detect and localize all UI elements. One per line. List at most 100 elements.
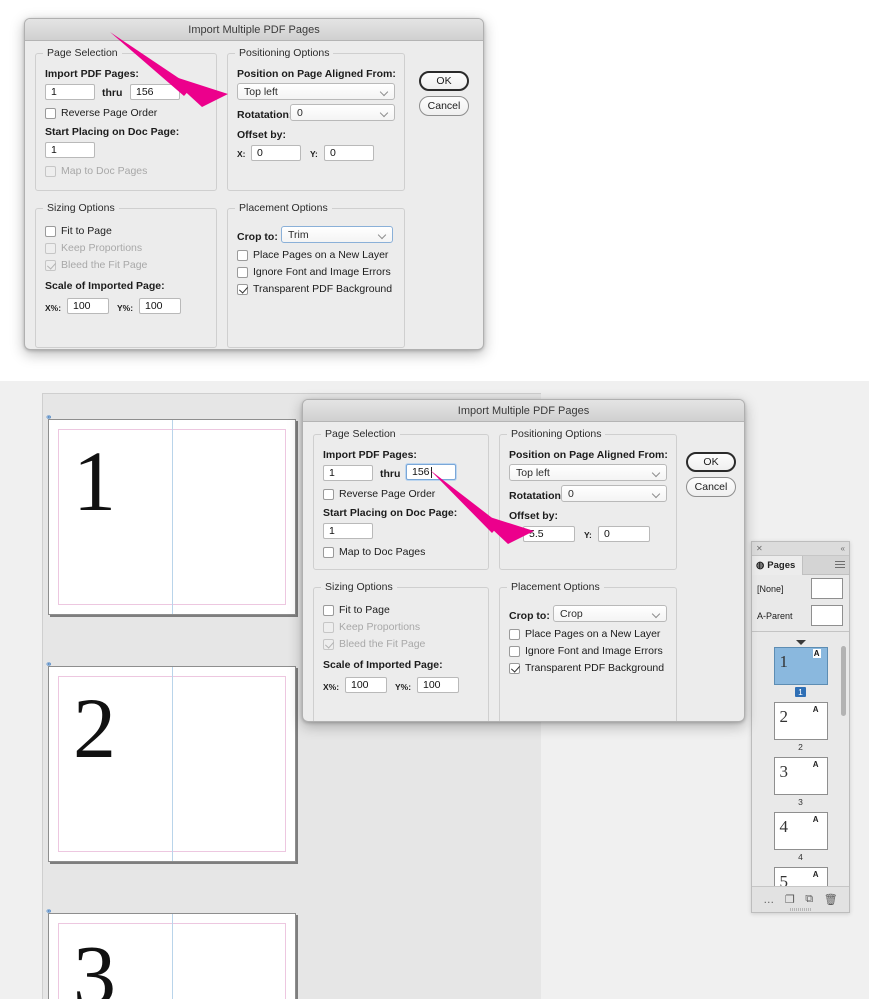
label-scale-x: X%: (45, 303, 62, 313)
cancel-button[interactable]: Cancel (419, 96, 469, 116)
page-thumbnail[interactable]: 5 A (773, 867, 828, 886)
dialog-titlebar[interactable]: Import Multiple PDF Pages (25, 19, 483, 41)
page-thumbnail[interactable]: 4 A (773, 812, 828, 850)
scale-y-input[interactable]: 100 (417, 677, 459, 693)
thumb-parent-tag: A (812, 760, 819, 769)
thumb-numeral: 2 (779, 707, 789, 726)
crop-to-select[interactable]: Crop (553, 605, 667, 622)
spread-2[interactable]: ⚭ 2 (45, 659, 296, 862)
offset-x-input[interactable]: 0 (251, 145, 301, 161)
checkbox-bleed-the-fit-page[interactable]: Bleed the Fit Page (45, 259, 147, 271)
group-title-page-selection: Page Selection (321, 428, 400, 440)
checkbox-reverse-page-order[interactable]: Reverse Page Order (45, 107, 157, 119)
page-thumbnail-list[interactable]: 1 A 1 2 A 2 3 A 3 4 A 4 5 A (752, 638, 849, 886)
close-icon[interactable]: ✕ (756, 544, 763, 553)
import-pdf-dialog-bottom[interactable]: Import Multiple PDF Pages Page Selection… (302, 399, 745, 722)
page-number-label: 1 (795, 687, 806, 697)
spine-guide (172, 914, 173, 999)
checkbox-box (237, 249, 248, 261)
rotation-select[interactable]: 0 (290, 104, 395, 121)
dialog-titlebar[interactable]: Import Multiple PDF Pages (303, 400, 744, 422)
scale-x-input[interactable]: 100 (345, 677, 387, 693)
spread-link-icon: ⚭ (45, 412, 52, 422)
page-thumb-item-5[interactable]: 5 A (757, 867, 844, 886)
spread-link-icon: ⚭ (45, 659, 52, 669)
checkbox-place-pages-new-layer[interactable]: Place Pages on a New Layer (237, 249, 388, 261)
scale-x-input[interactable]: 100 (67, 298, 109, 314)
page-thumbnail[interactable]: 1 A (773, 647, 828, 685)
thumb-numeral: 3 (779, 762, 789, 781)
checkbox-fit-to-page[interactable]: Fit to Page (45, 225, 112, 237)
position-aligned-select[interactable]: Top left (509, 464, 667, 481)
scale-y-input[interactable]: 100 (139, 298, 181, 314)
panel-scrollbar[interactable] (841, 646, 846, 716)
start-placing-input[interactable]: 1 (323, 523, 373, 539)
checkbox-box (45, 165, 56, 177)
checkbox-box (237, 266, 248, 278)
checkbox-ignore-font-image-errors[interactable]: Ignore Font and Image Errors (237, 266, 391, 278)
panel-resize-grip[interactable] (789, 908, 812, 911)
crop-to-select[interactable]: Trim (281, 226, 393, 243)
chevron-down-icon (380, 108, 389, 117)
tab-pages[interactable]: ◍ Pages (752, 555, 804, 575)
checkbox-transparent-pdf-background[interactable]: Transparent PDF Background (237, 283, 392, 295)
checkbox-label: Bleed the Fit Page (61, 259, 148, 271)
trash-icon[interactable]: 🗑 (824, 893, 838, 906)
panel-menu-icon[interactable] (835, 561, 845, 569)
collapse-icon[interactable]: « (841, 544, 845, 553)
parent-row-a-parent[interactable]: A-Parent (752, 602, 849, 629)
label-offset-x: X: (509, 530, 518, 540)
ok-button[interactable]: OK (419, 71, 469, 91)
page-thumbnail[interactable]: 3 A (773, 757, 828, 795)
checkbox-map-to-doc-pages[interactable]: Map to Doc Pages (45, 165, 147, 177)
checkbox-label: Reverse Page Order (339, 488, 436, 500)
chevron-down-icon (378, 230, 387, 239)
page-thumbnail[interactable]: 2 A (773, 702, 828, 740)
offset-x-input[interactable]: 5.5 (523, 526, 575, 542)
checkbox-keep-proportions[interactable]: Keep Proportions (45, 242, 142, 254)
import-from-input[interactable]: 1 (323, 465, 373, 481)
checkbox-keep-proportions[interactable]: Keep Proportions (323, 621, 420, 633)
new-page-icon[interactable]: ⧉ (805, 893, 813, 906)
parent-thumbnail[interactable] (811, 605, 843, 626)
label-start-placing: Start Placing on Doc Page: (323, 507, 458, 519)
import-to-input[interactable]: 156 (406, 464, 456, 480)
panel-tabbar: ◍ Pages (752, 555, 849, 575)
import-pdf-dialog-top[interactable]: Import Multiple PDF Pages Page Selection… (24, 18, 484, 350)
ellipsis-icon[interactable]: … (763, 894, 774, 906)
thumb-parent-tag: A (812, 870, 819, 879)
spread-1[interactable]: ⚭ 1 (45, 412, 296, 615)
cancel-button[interactable]: Cancel (686, 477, 736, 497)
checkbox-place-pages-new-layer[interactable]: Place Pages on a New Layer (509, 628, 660, 640)
group-title-placement-options: Placement Options (507, 581, 604, 593)
checkbox-map-to-doc-pages[interactable]: Map to Doc Pages (323, 546, 425, 558)
checkbox-box (509, 662, 520, 674)
parent-row-none[interactable]: [None] (752, 575, 849, 602)
new-spread-icon[interactable]: ❐ (785, 893, 795, 906)
page-thumb-item-3[interactable]: 3 A 3 (757, 757, 844, 807)
spread-3[interactable]: ⚭ 3 (45, 906, 296, 999)
checkbox-ignore-font-image-errors[interactable]: Ignore Font and Image Errors (509, 645, 663, 657)
ok-button[interactable]: OK (686, 452, 736, 472)
checkbox-box (323, 638, 334, 650)
page-thumb-item-4[interactable]: 4 A 4 (757, 812, 844, 862)
thumb-parent-tag: A (812, 815, 819, 824)
offset-y-input[interactable]: 0 (324, 145, 374, 161)
import-to-input[interactable]: 156 (130, 84, 180, 100)
checkbox-reverse-page-order[interactable]: Reverse Page Order (323, 488, 435, 500)
import-from-input[interactable]: 1 (45, 84, 95, 100)
rotation-select[interactable]: 0 (561, 485, 667, 502)
checkbox-fit-to-page[interactable]: Fit to Page (323, 604, 390, 616)
checkbox-bleed-the-fit-page[interactable]: Bleed the Fit Page (323, 638, 425, 650)
pages-panel[interactable]: ✕ « ◍ Pages [None] A-Parent 1 A 1 2 A 2 … (751, 541, 850, 913)
page-thumb-item-1[interactable]: 1 A 1 (757, 640, 844, 702)
parent-thumbnail[interactable] (811, 578, 843, 599)
pages-tab-icon: ◍ (756, 559, 765, 571)
label-start-placing: Start Placing on Doc Page: (45, 126, 180, 138)
checkbox-transparent-pdf-background[interactable]: Transparent PDF Background (509, 662, 664, 674)
spine-guide (172, 420, 173, 614)
start-placing-input[interactable]: 1 (45, 142, 95, 158)
offset-y-input[interactable]: 0 (598, 526, 650, 542)
page-thumb-item-2[interactable]: 2 A 2 (757, 702, 844, 752)
position-aligned-select[interactable]: Top left (237, 83, 395, 100)
